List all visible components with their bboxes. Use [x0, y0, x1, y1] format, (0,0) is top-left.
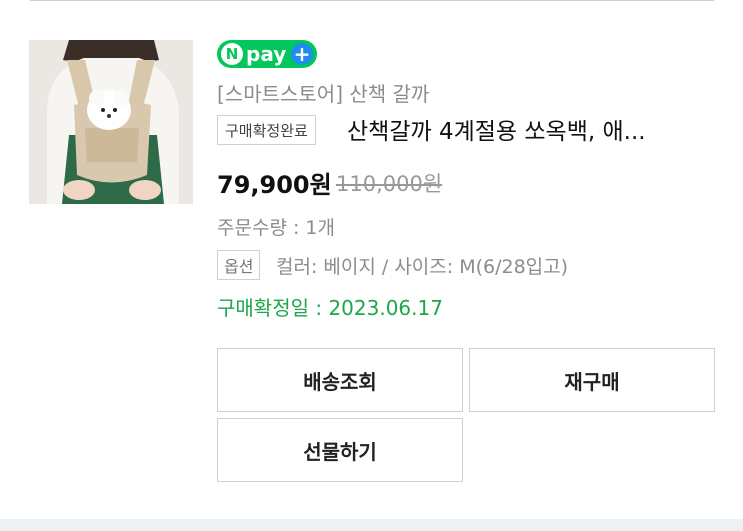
- option-tag: 옵션: [217, 250, 261, 280]
- plus-icon: +: [291, 43, 313, 65]
- top-divider: [30, 0, 714, 1]
- store-name[interactable]: [스마트스토어] 산책 갈까: [217, 78, 429, 107]
- npay-label: pay: [246, 42, 287, 66]
- product-title[interactable]: 산책갈까 4계절용 쏘옥백, 애...: [347, 112, 713, 146]
- sale-price: 79,900원: [217, 171, 332, 199]
- track-delivery-label: 배송조회: [303, 369, 377, 394]
- npay-plus-badge: N pay +: [217, 40, 317, 68]
- rebuy-label: 재구매: [564, 369, 620, 394]
- option-value: 컬러: 베이지 / 사이즈: M(6/28입고): [276, 256, 569, 278]
- naver-n-icon: N: [221, 43, 243, 65]
- rebuy-button[interactable]: 재구매: [469, 348, 715, 412]
- product-photo: [29, 40, 193, 204]
- section-divider-band: [0, 519, 743, 531]
- product-thumbnail[interactable]: [29, 40, 193, 204]
- gift-label: 선물하기: [303, 439, 377, 464]
- order-quantity: 주문수량 : 1개: [217, 217, 335, 239]
- gift-button[interactable]: 선물하기: [217, 418, 463, 482]
- original-price: 110,000원: [336, 172, 443, 196]
- purchase-status-tag: 구매확정완료: [217, 115, 316, 145]
- purchase-confirm-date: 구매확정일 : 2023.06.17: [217, 296, 443, 320]
- track-delivery-button[interactable]: 배송조회: [217, 348, 463, 412]
